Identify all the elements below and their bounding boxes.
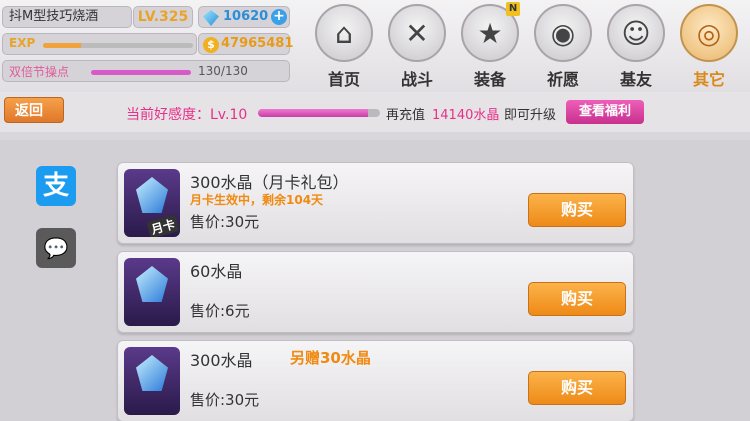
nav-other[interactable]: ◎ 其它 [677,4,741,90]
nav-equipment[interactable]: ★ N 装备 [458,2,522,90]
crossed-guns-icon: ✕ [388,4,446,62]
recharge-amount: 14140水晶 [432,108,500,123]
event-track [91,70,191,75]
product-title: 60水晶 [190,262,243,281]
crystal-icon [124,258,180,326]
nav-label: 首页 [327,70,360,89]
exp-track [43,43,193,48]
affinity-row: 返回 当前好感度：Lv.10 再充值 14140水晶 即可升级 查看福利 [0,92,750,132]
event-label: 双倍节操点 [9,65,70,79]
crystal-icon [136,355,168,391]
product-subtitle: 月卡生效中，剩余104天 [190,193,324,207]
nav-label: 战斗 [400,70,433,89]
gem-counter: 10620 + [198,6,290,28]
crystal-card-icon: 月卡 [124,169,180,237]
nav-home[interactable]: ⌂ 首页 [312,4,376,90]
event-value: 130/130 [198,64,248,78]
crystal-icon [136,177,168,213]
nav-label: 其它 [692,70,725,89]
event-fill [91,70,191,75]
affinity-fill [258,109,368,117]
recharge-prefix: 再充值 [386,108,426,123]
event-points-bar: 双倍节操点 130/130 [2,60,290,82]
player-level: LV.325 [133,6,193,28]
wechat-icon[interactable]: 💬 [36,228,76,268]
gold-counter: $ 47965481 [198,33,294,55]
add-gems-button[interactable]: + [271,9,287,25]
nav-label: 祈愿 [546,70,579,89]
product-card: 300水晶 另赠30水晶 售价:30元 购买 [117,340,634,421]
new-badge: N [506,2,520,16]
product-price: 售价:30元 [190,391,260,409]
top-header: 抖M型技巧烧酒 LV.325 10620 + EXP $ 47965481 双倍… [0,0,750,92]
target-icon: ◎ [680,4,738,62]
exp-bar: EXP [2,33,197,55]
buy-button[interactable]: 购买 [528,282,626,316]
nav-battle[interactable]: ✕ 战斗 [385,4,449,90]
nav-label: 装备 [473,70,506,89]
gold-value: 47965481 [221,36,294,51]
gold-coin-icon: $ [203,37,219,53]
crystal-icon [124,347,180,415]
house-icon: ⌂ [315,4,373,62]
crystal-icon [136,266,168,302]
nav-friends[interactable]: ☺ 基友 [604,4,668,90]
affinity-track [258,109,380,117]
player-name: 抖M型技巧烧酒 [2,6,132,28]
product-price: 售价:30元 [190,213,260,231]
product-card: 月卡 300水晶（月卡礼包） 月卡生效中，剩余104天 售价:30元 购买 [117,162,634,244]
product-price: 售价:6元 [190,302,250,320]
recharge-suffix: 即可升级 [504,108,557,123]
buy-button[interactable]: 购买 [528,371,626,405]
gem-value: 10620 [223,9,269,24]
exp-fill [43,43,81,48]
product-title: 300水晶 [190,351,253,370]
alipay-icon[interactable]: 支 [36,166,76,206]
friend-face-icon: ☺ [607,4,665,62]
gem-icon [203,10,219,26]
nav-wish[interactable]: ◉ 祈愿 [531,4,595,90]
view-benefits-button[interactable]: 查看福利 [566,100,644,124]
monthly-tag: 月卡 [146,214,180,237]
buy-button[interactable]: 购买 [528,193,626,227]
product-title: 300水晶（月卡礼包） [190,173,349,192]
affinity-label: 当前好感度：Lv.10 [126,107,248,123]
back-button[interactable]: 返回 [4,97,64,123]
product-card: 60水晶 售价:6元 购买 [117,251,634,333]
nav-label: 基友 [619,70,652,89]
exp-label: EXP [9,36,36,50]
egg-icon: ◉ [534,4,592,62]
product-bonus: 另赠30水晶 [290,349,371,367]
